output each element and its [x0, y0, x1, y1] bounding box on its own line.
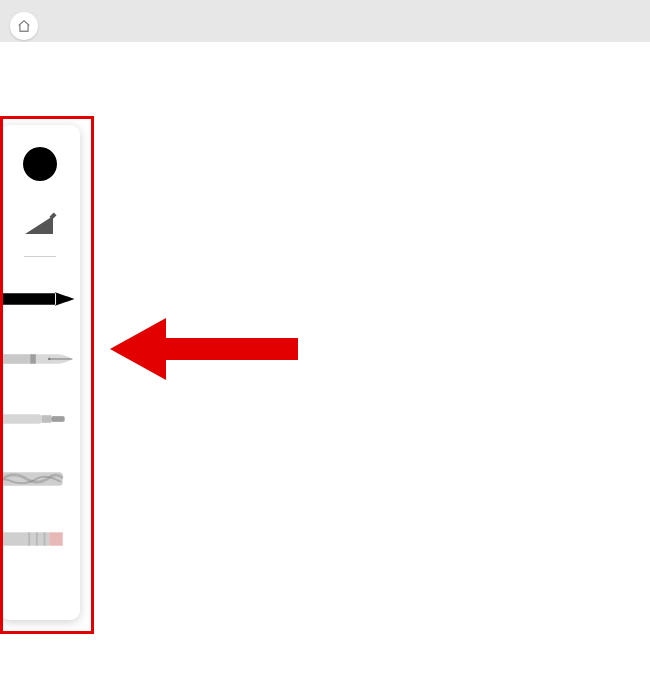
charcoal-icon — [0, 468, 80, 490]
brush-size-control[interactable] — [23, 206, 57, 236]
fountain-pen-icon — [0, 345, 80, 373]
panel-divider — [24, 256, 56, 257]
brush-marker[interactable] — [0, 398, 80, 440]
drawing-canvas[interactable] — [0, 42, 650, 673]
brush-charcoal[interactable] — [0, 458, 80, 500]
brush-eraser[interactable] — [0, 518, 80, 560]
top-toolbar — [0, 0, 650, 42]
home-icon — [17, 19, 31, 33]
brush-tool-panel — [0, 125, 80, 620]
eraser-icon — [0, 528, 80, 550]
pencil-icon — [0, 287, 80, 311]
brush-size-icon — [23, 210, 57, 236]
brush-fountain-pen[interactable] — [0, 338, 80, 380]
annotation-arrow — [110, 314, 298, 384]
color-swatch[interactable] — [23, 147, 57, 181]
brush-pencil[interactable] — [0, 278, 80, 320]
marker-icon — [0, 407, 80, 431]
home-button[interactable] — [10, 12, 38, 40]
